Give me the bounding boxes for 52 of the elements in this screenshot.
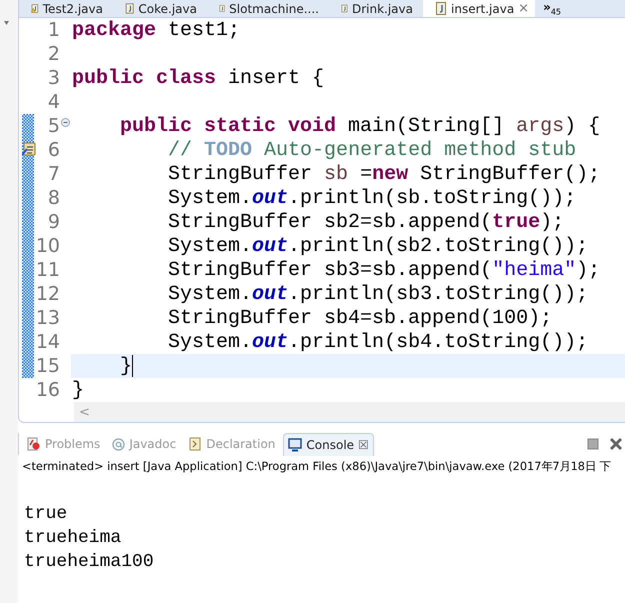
minimize-icon[interactable]: [587, 438, 599, 450]
line-number: 2: [46, 43, 60, 65]
code-line: StringBuffer sb =new StringBuffer();: [167, 162, 600, 186]
line-number: 11: [34, 259, 60, 281]
editor-tab[interactable]: Test2.java: [19, 0, 113, 17]
line-number: 12: [34, 283, 60, 305]
code-line: StringBuffer sb2=sb.append(true);: [167, 210, 564, 234]
line-number: 9: [46, 211, 60, 233]
line-number: 14: [34, 331, 60, 353]
line-number: 7: [46, 163, 60, 185]
line-number: 8: [46, 187, 60, 209]
console-icon: [288, 438, 302, 452]
line-number: 4: [46, 91, 60, 113]
problems-icon: [27, 437, 41, 451]
line-number: 6: [46, 139, 60, 161]
chevron-icon[interactable]: [3, 20, 10, 27]
code-line: public static void main(String[] args) {: [119, 114, 600, 138]
console-output: true: [24, 504, 68, 524]
code-line: StringBuffer sb3=sb.append("heima");: [167, 258, 600, 282]
text-cursor: [132, 355, 134, 377]
panel-tab[interactable]: Console ☒: [283, 432, 374, 456]
code-line: System.out.println(sb3.toString());: [167, 282, 588, 306]
tab-overflow-button[interactable]: »$_{45}$: [535, 0, 562, 17]
code-line: public class insert {: [72, 66, 324, 90]
line-number: 3: [46, 67, 60, 89]
close-icon[interactable]: ☒: [358, 438, 369, 452]
code-line: }: [119, 354, 132, 378]
code-line: System.out.println(sb.toString());: [167, 186, 576, 210]
code-line: StringBuffer sb4=sb.append(100);: [167, 306, 552, 330]
console-output: trueheima: [24, 528, 122, 548]
editor-tab[interactable]: Coke.java: [113, 0, 207, 17]
fold-icon[interactable]: [61, 118, 70, 126]
code-line: package test1;: [72, 18, 240, 42]
code-line: System.out.println(sb4.toString());: [167, 330, 588, 354]
line-number: 15: [34, 355, 60, 377]
editor-tab[interactable]: insert.java ×: [423, 0, 536, 17]
code-line: }: [72, 378, 84, 402]
line-number: 16: [34, 379, 60, 401]
line-number: 13: [34, 307, 60, 329]
line-number: 10: [34, 235, 60, 257]
close-icon[interactable]: ×: [518, 1, 530, 16]
code-line: System.out.println(sb2.toString());: [167, 234, 588, 258]
close-icon[interactable]: [609, 437, 623, 451]
console-output: trueheima100: [24, 552, 154, 572]
at-sign-icon: [112, 438, 126, 450]
line-number: 1: [46, 19, 60, 41]
line-number: 5: [46, 115, 60, 137]
console-status: <terminated> insert [Java Application] C:\Program Files (x86)\Java\jre7\bin\javaw.exe (2017年7月18日 下: [21, 459, 612, 474]
code-line: // TODO Auto-generated method stub: [167, 138, 576, 162]
editor-tab[interactable]: Slotmachine....: [207, 0, 329, 17]
editor-tab[interactable]: Drink.java: [329, 0, 423, 17]
declaration-icon: [188, 437, 202, 451]
